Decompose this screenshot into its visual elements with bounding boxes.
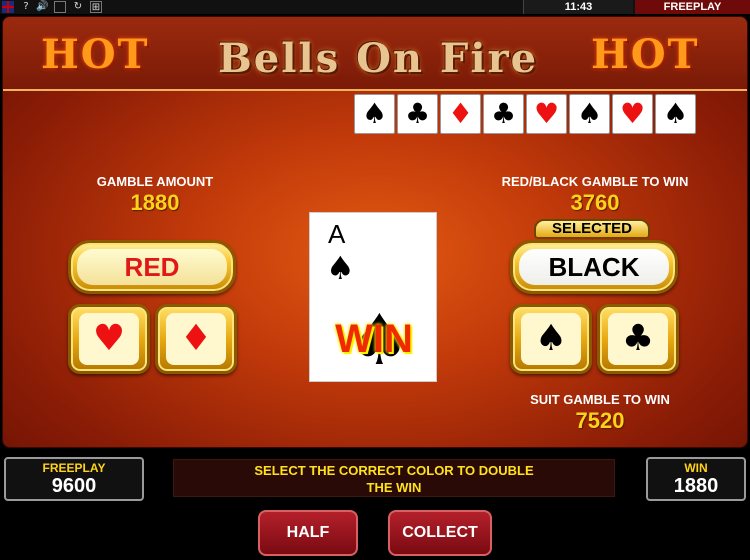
game-title: Bells On Fire <box>217 35 539 82</box>
color-gamble-label: RED/BLACK GAMBLE TO WIN <box>501 174 689 189</box>
win-label: WIN <box>684 461 708 475</box>
system-bar: ? 🔊 ↻ ⊞ 11:43 FREEPLAY <box>0 0 750 14</box>
history-card: ♥ <box>526 94 567 134</box>
game-header: HOT Bells On Fire HOT <box>3 17 747 91</box>
history-card: ♠ <box>655 94 696 134</box>
hot-logo-left: HOT <box>41 31 150 78</box>
color-gamble-value: 3760 <box>570 190 620 215</box>
win-counter: WIN 1880 <box>646 457 746 501</box>
diamonds-button[interactable]: ♦ <box>155 304 237 374</box>
history-card: ♠ <box>569 94 610 134</box>
fullscreen-icon[interactable] <box>54 1 66 13</box>
gamble-amount-label: GAMBLE AMOUNT <box>96 174 214 189</box>
club-icon: ♣ <box>608 313 668 365</box>
spade-icon: ♠ <box>521 313 581 365</box>
heart-icon: ♥ <box>79 313 139 365</box>
settings-icon[interactable]: ⊞ <box>90 1 102 13</box>
black-button[interactable]: BLACK <box>510 240 678 294</box>
history-card: ♣ <box>397 94 438 134</box>
win-stamp: WIN <box>335 317 413 361</box>
status-message: SELECT THE CORRECT COLOR TO DOUBLE THE W… <box>173 459 615 497</box>
card-rank: A <box>328 219 346 249</box>
mode-badge: FREEPLAY <box>635 0 750 14</box>
gamble-history: ♠ ♣ ♦ ♣ ♥ ♠ ♥ ♠ <box>354 94 696 134</box>
gamble-amount-value: 1880 <box>130 190 180 215</box>
diamond-icon: ♦ <box>166 313 226 365</box>
suit-gamble-label: SUIT GAMBLE TO WIN <box>530 392 670 407</box>
history-card: ♦ <box>440 94 481 134</box>
black-button-label: BLACK <box>519 249 669 285</box>
gamble-card: A ♠ ♠ WIN <box>309 212 437 382</box>
red-button-label: RED <box>77 249 227 285</box>
history-card: ♠ <box>354 94 395 134</box>
status-message-line1: SELECT THE CORRECT COLOR TO DOUBLE <box>254 463 534 478</box>
card-spade-icon: ♠ <box>326 249 355 287</box>
clubs-button[interactable]: ♣ <box>597 304 679 374</box>
history-card: ♣ <box>483 94 524 134</box>
help-icon[interactable]: ? <box>20 1 32 13</box>
sound-icon[interactable]: 🔊 <box>36 1 48 13</box>
red-button[interactable]: RED <box>68 240 236 294</box>
collect-button[interactable]: COLLECT <box>388 510 492 556</box>
spades-button[interactable]: ♠ <box>510 304 592 374</box>
win-value: 1880 <box>673 475 719 497</box>
status-message-line2: THE WIN <box>366 480 422 495</box>
hearts-button[interactable]: ♥ <box>68 304 150 374</box>
hot-logo-right: HOT <box>591 31 700 78</box>
freeplay-counter: FREEPLAY 9600 <box>4 457 144 501</box>
history-card: ♥ <box>612 94 653 134</box>
reload-icon[interactable]: ↻ <box>72 1 84 13</box>
freeplay-value: 9600 <box>51 475 97 497</box>
uk-flag-icon[interactable] <box>2 1 14 13</box>
selected-badge: SELECTED <box>534 219 650 239</box>
freeplay-label: FREEPLAY <box>42 461 106 475</box>
clock: 11:43 <box>523 0 633 14</box>
half-button[interactable]: HALF <box>258 510 358 556</box>
suit-gamble-value: 7520 <box>575 408 625 433</box>
